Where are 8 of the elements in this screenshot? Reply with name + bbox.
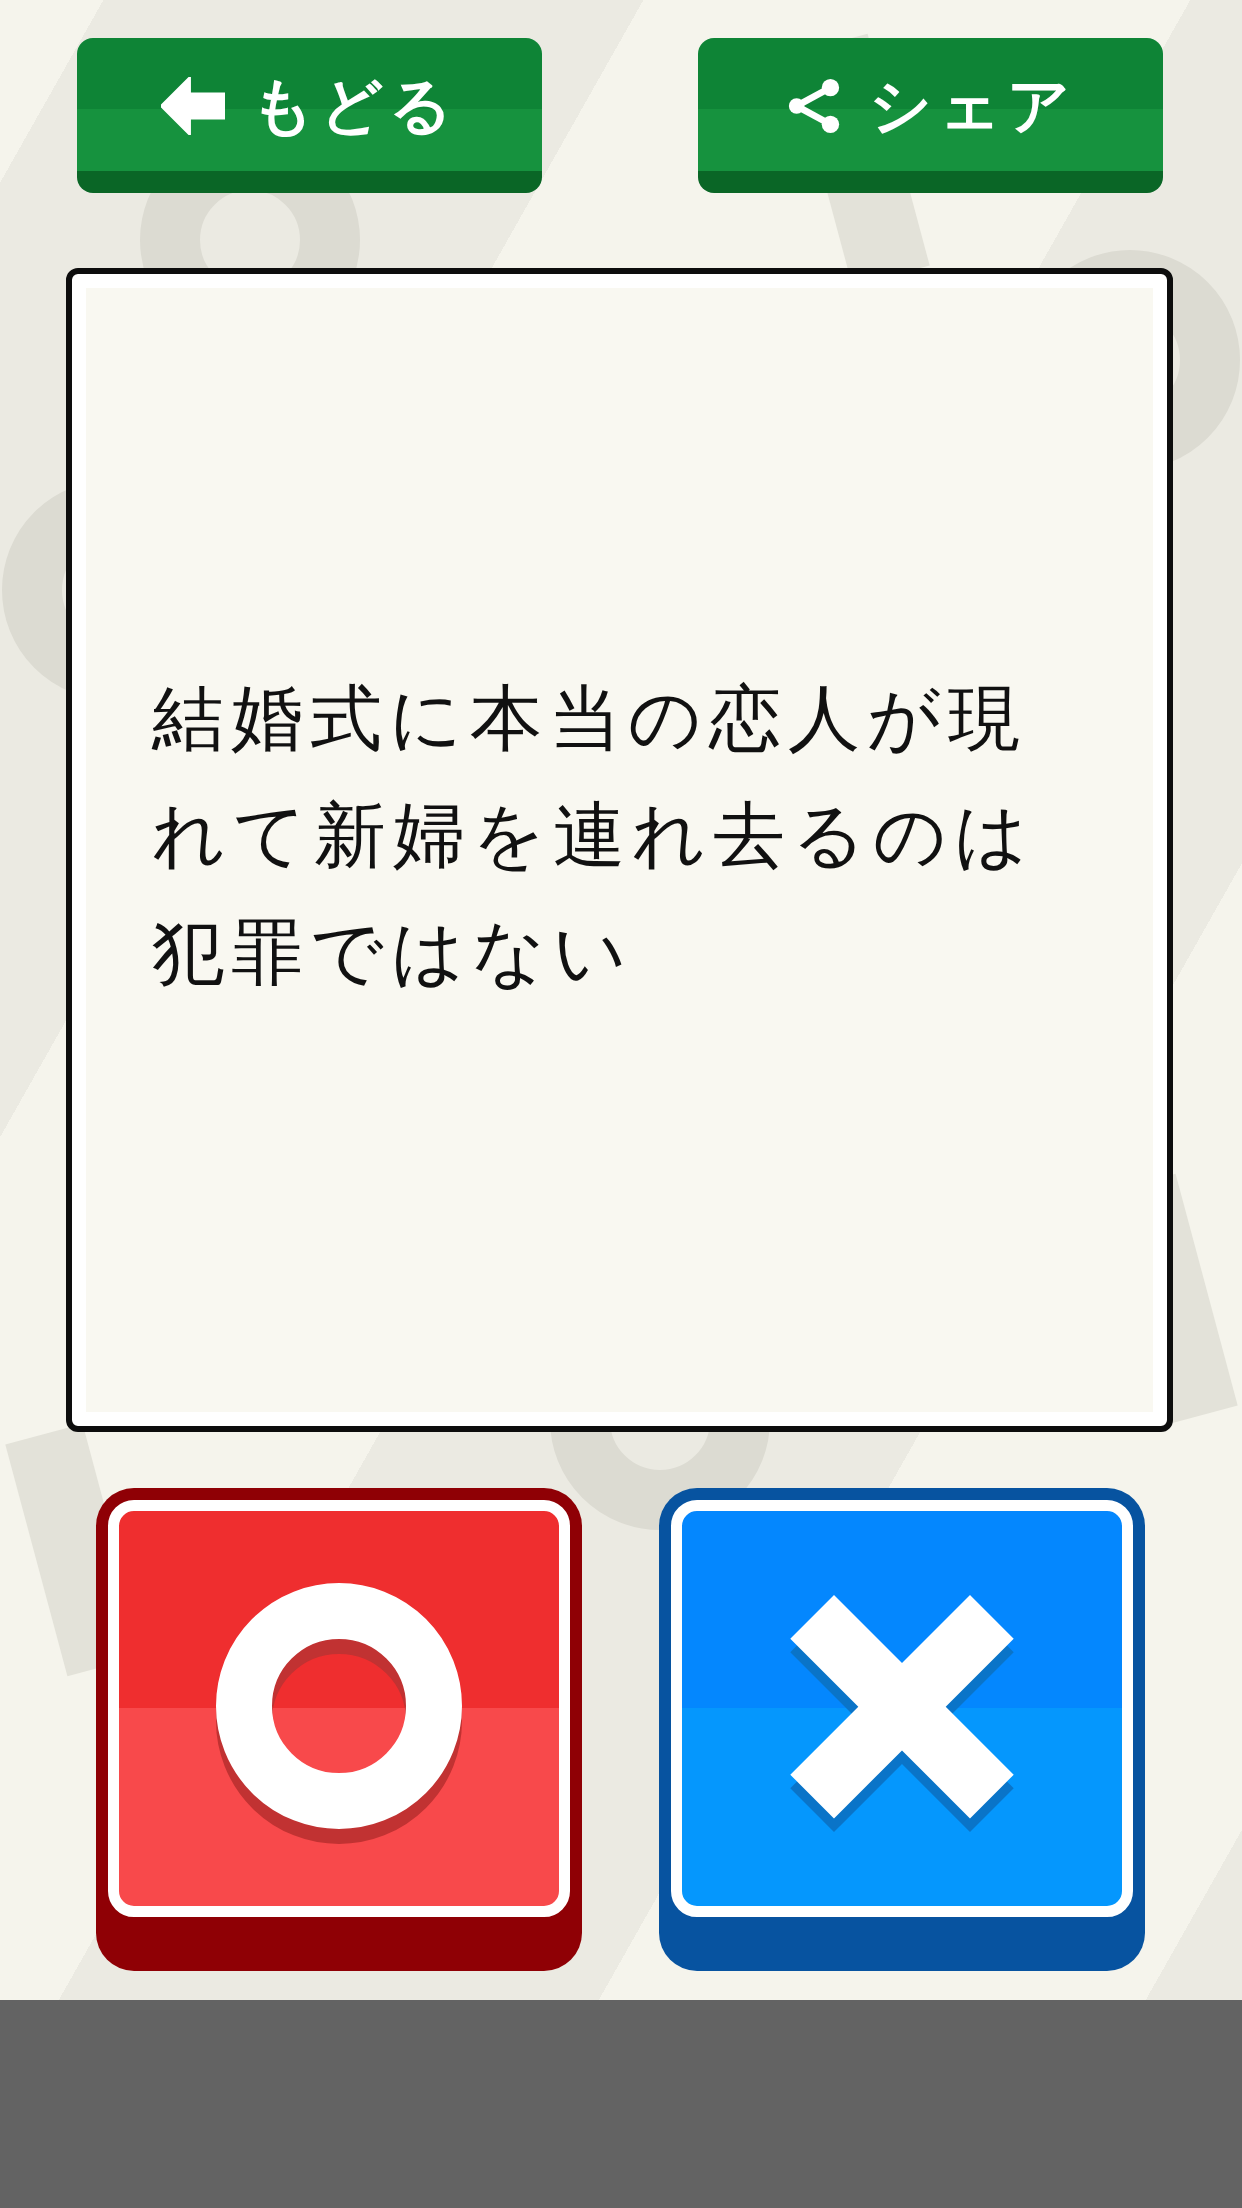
back-button[interactable]: もどる [77, 38, 542, 193]
question-text: 結婚式に本当の恋人が現れて新婦を連れ去るのは犯罪ではない [152, 674, 1036, 996]
left-arrow-icon [161, 76, 225, 135]
cross-icon [790, 1594, 1014, 1833]
circle-answer-button[interactable] [96, 1488, 582, 1971]
cross-answer-button[interactable] [659, 1488, 1145, 1971]
circle-icon [214, 1581, 464, 1846]
share-button[interactable]: シェア [698, 38, 1163, 193]
